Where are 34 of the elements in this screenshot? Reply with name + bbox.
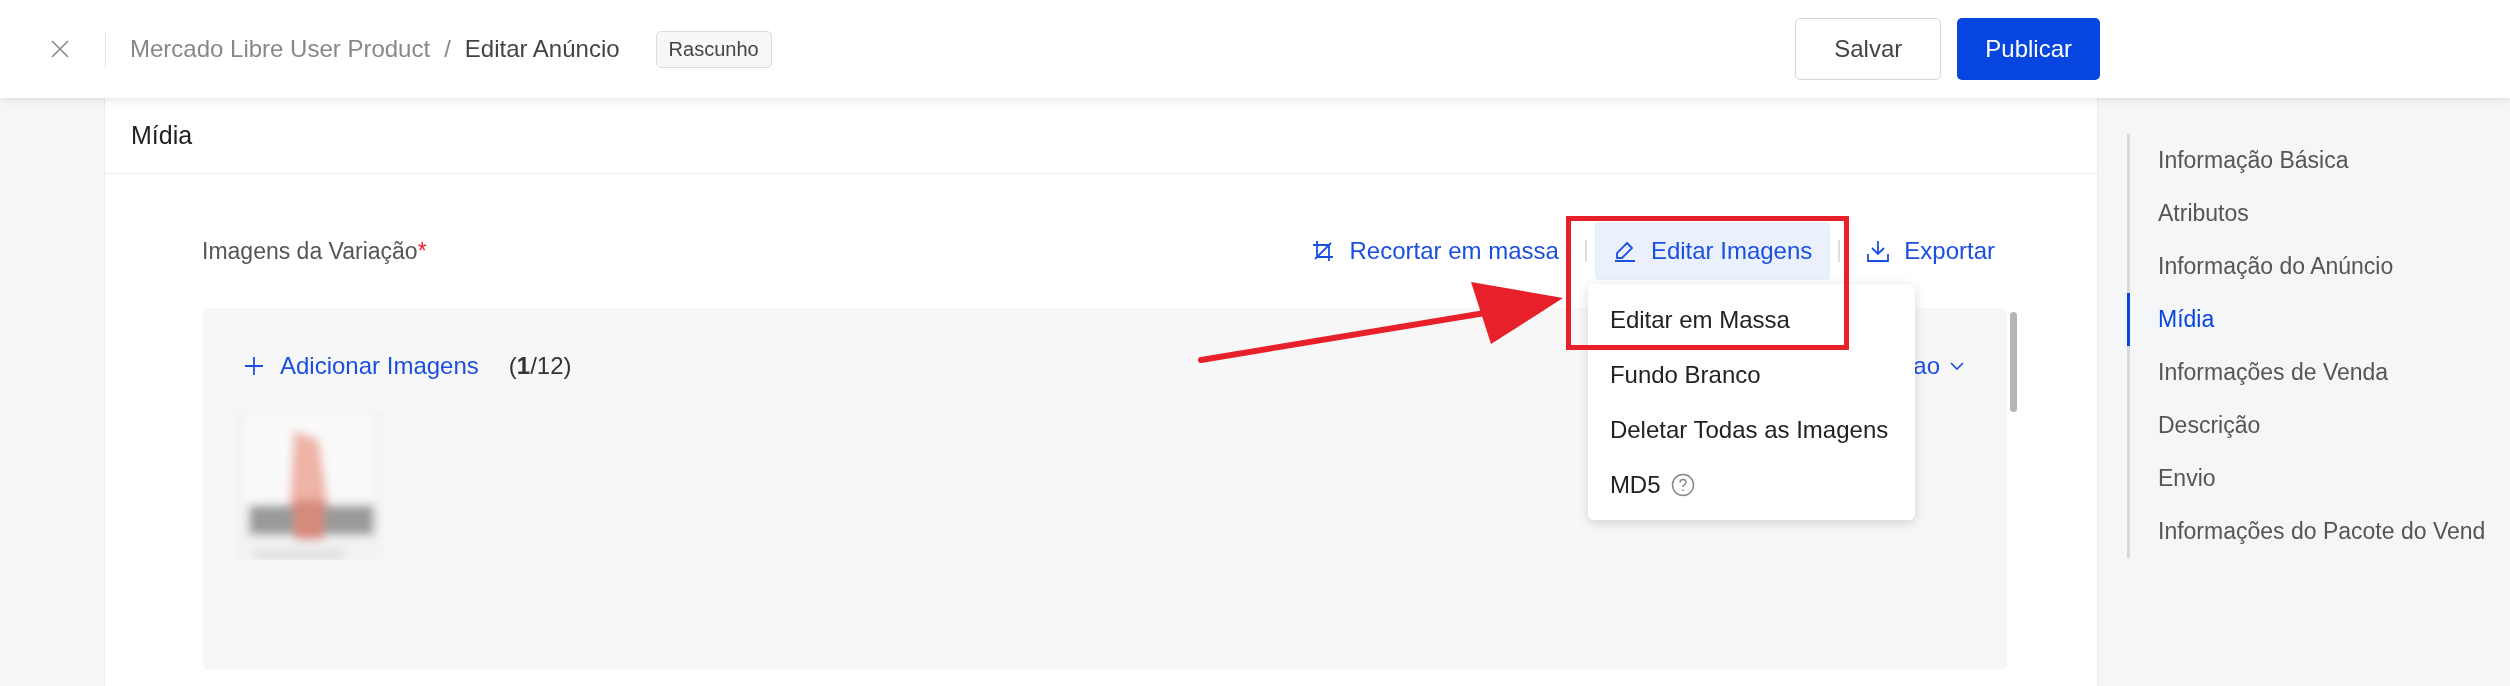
field-label: Imagens da Variação* <box>202 237 427 265</box>
download-icon <box>1866 239 1891 263</box>
sidebar-item[interactable]: Descrição <box>2127 399 2510 452</box>
chevron-down-icon <box>1950 361 1964 371</box>
breadcrumb-item[interactable]: Mercado Libre User Product <box>130 35 431 63</box>
add-images-button[interactable]: Adicionar Imagens <box>244 352 479 380</box>
publish-button[interactable]: Publicar <box>1957 18 2100 80</box>
plus-icon <box>244 356 264 376</box>
sort-link[interactable]: ao <box>1913 352 1964 380</box>
scrollbar[interactable] <box>2010 312 2017 412</box>
image-count: (1/12) <box>508 352 572 380</box>
menu-item[interactable]: Deletar Todas as Imagens <box>1587 402 1915 457</box>
sidebar-item[interactable]: Mídia <box>2127 293 2510 346</box>
breadcrumb-separator: / <box>444 35 451 63</box>
menu-item[interactable]: Editar em Massa <box>1587 292 1915 347</box>
save-button[interactable]: Salvar <box>1795 18 1942 80</box>
crop-icon <box>1311 239 1336 263</box>
pencil-icon <box>1612 239 1637 263</box>
sidebar-item[interactable]: Informações do Pacote do Vend <box>2127 505 2510 558</box>
crop-action-button[interactable]: Recortar em massa <box>1293 222 1577 280</box>
section-title: Mídia <box>131 121 193 150</box>
sidebar-item[interactable]: Informações de Venda <box>2127 346 2510 399</box>
close-icon[interactable] <box>50 39 70 59</box>
sidebar-item[interactable]: Informação do Anúncio <box>2127 240 2510 293</box>
menu-item[interactable]: MD5 <box>1587 457 1915 512</box>
edit-action-button[interactable]: Editar Imagens <box>1594 222 1831 280</box>
sidebar-item[interactable]: Envio <box>2127 452 2510 505</box>
sidebar-item[interactable]: Informação Básica <box>2127 134 2510 187</box>
menu-item[interactable]: Fundo Branco <box>1587 347 1915 402</box>
sidebar-item[interactable]: Atributos <box>2127 187 2510 240</box>
breadcrumb-item: Editar Anúncio <box>464 35 620 63</box>
status-badge: Rascunho <box>655 30 772 68</box>
export-action-button[interactable]: Exportar <box>1848 222 2013 280</box>
help-icon[interactable] <box>1670 472 1695 497</box>
